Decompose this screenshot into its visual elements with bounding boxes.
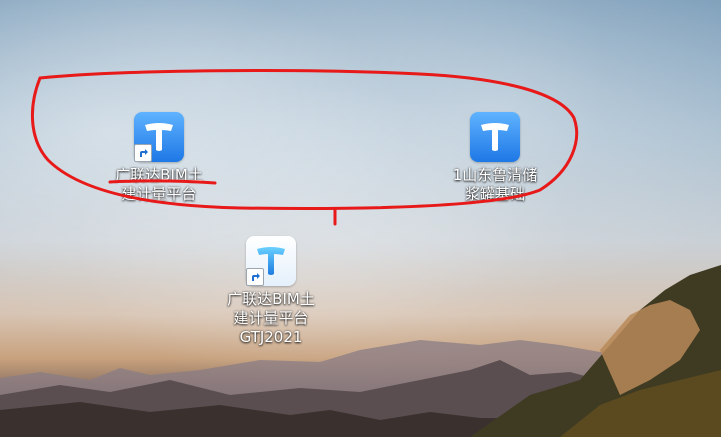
app-icon[interactable] xyxy=(134,112,184,162)
app-icon[interactable] xyxy=(246,236,296,286)
app-t-logo-icon xyxy=(481,123,509,151)
desktop-shortcut-gtj2021[interactable]: 广联达BIM土 建计量平台 GTJ2021 xyxy=(217,236,325,347)
desktop-shortcut-gtj[interactable]: 广联达BIM土 建计量平台 xyxy=(105,112,213,204)
wallpaper-mountains xyxy=(0,265,721,437)
icon-label: 广联达BIM土 建计量平台 xyxy=(115,166,203,203)
icon-label: 广联达BIM土 建计量平台 GTJ2021 xyxy=(227,290,315,346)
icon-label: 1山东鲁清储 浆罐基础 xyxy=(452,166,538,203)
app-icon[interactable] xyxy=(470,112,520,162)
shortcut-arrow-icon xyxy=(134,144,152,162)
desktop-wallpaper xyxy=(0,0,721,437)
desktop-file-shandong[interactable]: 1山东鲁清储 浆罐基础 xyxy=(441,112,549,204)
shortcut-arrow-icon xyxy=(246,268,264,286)
